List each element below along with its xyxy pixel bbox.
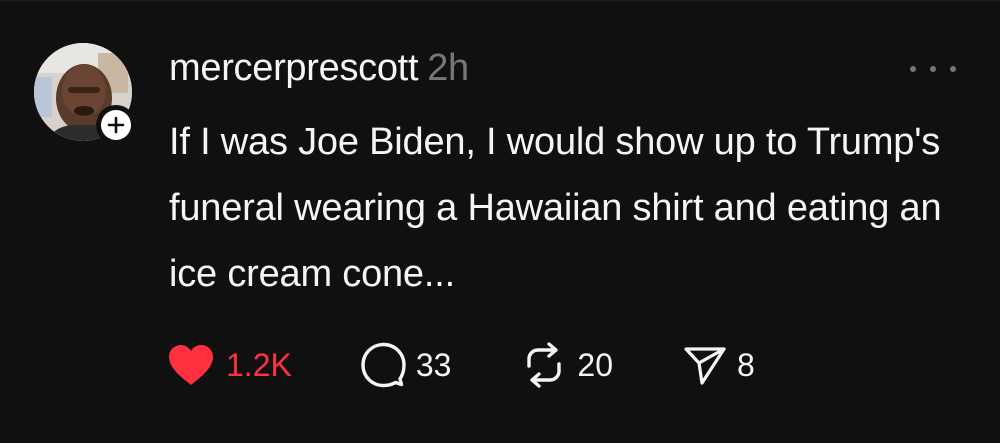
follow-badge-inner [101,110,131,140]
post-text: If I was Joe Biden, I would show up to T… [169,121,942,295]
comment-icon [361,342,406,388]
author-avatar-container[interactable] [34,43,136,147]
post-actions: 1.2K 33 20 8 [166,341,755,389]
more-dot-icon [910,66,916,72]
like-count: 1.2K [226,346,292,383]
send-icon [684,347,726,385]
repost-icon [527,342,562,388]
repost-button[interactable]: 20 [521,341,613,389]
plus-icon [107,116,125,134]
post-card: mercerprescott 2h If I was Joe Biden, I … [0,0,1000,443]
more-dot-icon [930,66,936,72]
heart-icon [169,345,213,385]
post-header: mercerprescott 2h [169,47,469,91]
author-username[interactable]: mercerprescott [169,47,419,90]
share-count: 8 [737,346,755,383]
reply-button[interactable]: 33 [360,341,452,389]
more-dot-icon [950,66,956,72]
more-options-button[interactable] [910,59,956,79]
like-button[interactable]: 1.2K [166,341,292,389]
share-button[interactable]: 8 [683,341,755,389]
post-timestamp[interactable]: 2h [427,47,469,90]
follow-button[interactable] [96,105,136,145]
repost-count: 20 [577,346,614,383]
reply-count: 33 [415,346,452,383]
